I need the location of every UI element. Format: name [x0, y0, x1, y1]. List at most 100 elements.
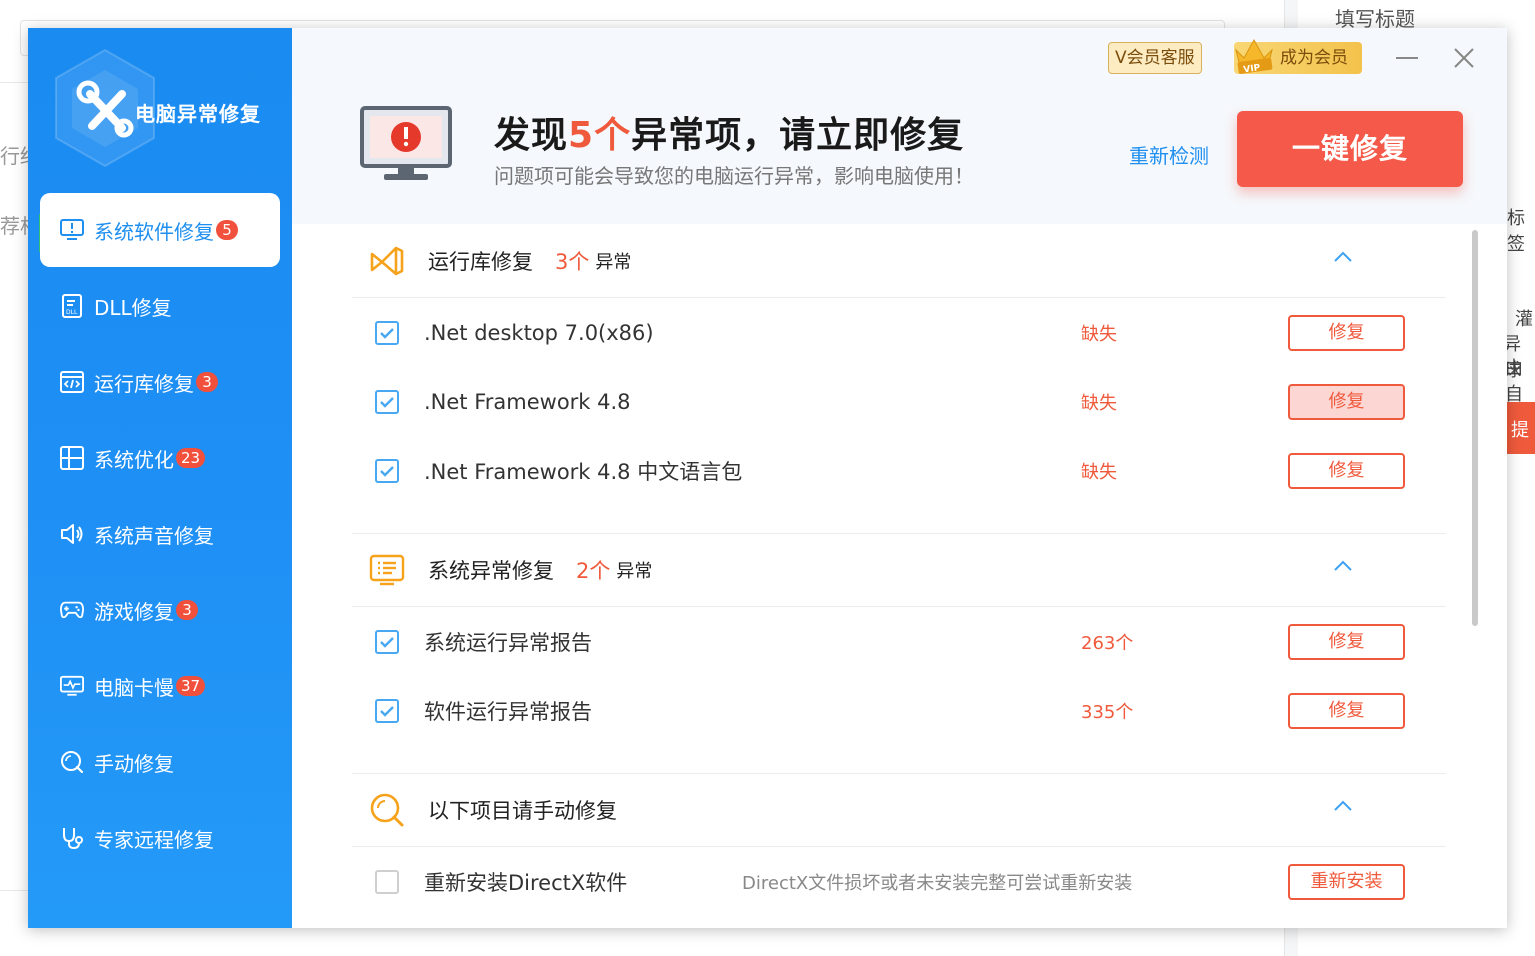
scrollbar[interactable] [1472, 230, 1478, 626]
background-fragment: 灌 [1515, 309, 1533, 330]
issue-row: .Net Framework 4.8 中文语言包 缺失 修复 [352, 436, 1446, 505]
sidebar-item-runtime[interactable]: 运行库修复 3 [40, 345, 280, 419]
issue-status: 335个 [1081, 701, 1134, 723]
report-list-icon [369, 554, 405, 585]
issue-name: .Net Framework 4.8 [424, 389, 631, 414]
sidebar-item-manual-repair[interactable]: 手动修复 [40, 725, 280, 799]
vip-service-button[interactable]: V会员客服 [1108, 42, 1202, 74]
checkbox-unchecked[interactable] [375, 869, 399, 894]
count-badge: 3 [176, 600, 198, 620]
svg-text:DLL: DLL [66, 309, 78, 316]
section-title: 系统异常修复 [428, 558, 554, 583]
search-icon [60, 750, 84, 774]
page-headline: 发现5个异常项，请立即修复 [494, 106, 964, 158]
headline-count: 5个 [568, 115, 632, 156]
reinstall-button[interactable]: 重新安装 [1288, 863, 1405, 900]
visual-studio-icon [370, 246, 404, 275]
issue-name: .Net Framework 4.8 中文语言包 [424, 459, 743, 484]
vip-crown-icon: VIP [1235, 38, 1273, 74]
repair-app-window: 电脑异常修复 系统软件修复 5 DLL DLL修复 运行库修复 3 系统优化 2… [28, 28, 1507, 928]
sidebar-item-system-software[interactable]: 系统软件修复 5 [40, 193, 280, 267]
section-unit: 异常 [616, 560, 653, 582]
section-header-runtime[interactable]: 运行库修复 3个 异常 [352, 224, 1446, 298]
app-logo-text: 电脑异常修复 [135, 102, 261, 126]
sidebar-item-expert-remote[interactable]: 专家远程修复 [40, 801, 280, 875]
section-header-manual[interactable]: 以下项目请手动修复 [352, 773, 1446, 847]
count-badge: 3 [196, 372, 218, 392]
gamepad-icon [60, 598, 84, 622]
checkbox-checked[interactable] [375, 458, 399, 483]
count-badge: 37 [176, 676, 206, 696]
chevron-up-icon[interactable] [1332, 559, 1354, 573]
checkmark-icon [380, 636, 394, 648]
issue-name: 重新安装DirectX软件 [424, 870, 628, 895]
issue-name: 系统运行异常报告 [424, 630, 592, 655]
checkmark-icon [380, 327, 394, 339]
sidebar-item-label: 游戏修复 [94, 599, 174, 624]
issue-status: 缺失 [1081, 392, 1117, 414]
sidebar-item-game[interactable]: 游戏修复 3 [40, 573, 280, 647]
section-title: 以下项目请手动修复 [428, 798, 617, 823]
issue-list: 运行库修复 3个 异常 .Net desktop 7.0(x86) 缺失 修复 … [292, 224, 1507, 928]
checkbox-checked[interactable] [375, 629, 399, 654]
page-subtitle: 问题项可能会导致您的电脑运行异常，影响电脑使用！ [494, 164, 974, 188]
sidebar-item-system-optimize[interactable]: 系统优化 23 [40, 421, 280, 495]
section-header-system-exception[interactable]: 系统异常修复 2个 异常 [352, 533, 1446, 607]
sidebar-item-label: 运行库修复 [94, 371, 194, 396]
repair-button[interactable]: 修复 [1288, 383, 1405, 420]
issue-status: 263个 [1081, 632, 1134, 654]
sidebar-item-label: 系统软件修复 [94, 219, 214, 244]
repair-button[interactable]: 修复 [1288, 692, 1405, 729]
sidebar-item-sound[interactable]: 系统声音修复 [40, 497, 280, 571]
chevron-up-icon[interactable] [1332, 799, 1354, 813]
background-fragment: 标签 [1507, 208, 1525, 255]
sidebar-item-label: DLL修复 [94, 295, 172, 320]
issue-name: .Net desktop 7.0(x86) [424, 320, 654, 345]
code-window-icon [60, 370, 84, 394]
issue-name: 软件运行异常报告 [424, 699, 592, 724]
sidebar-item-dll[interactable]: DLL DLL修复 [40, 269, 280, 343]
issue-row: .Net desktop 7.0(x86) 缺失 修复 [352, 298, 1446, 367]
count-badge: 5 [216, 220, 238, 240]
checkbox-checked[interactable] [375, 320, 399, 345]
repair-button[interactable]: 修复 [1288, 452, 1405, 489]
issue-row: .Net Framework 4.8 缺失 修复 [352, 367, 1446, 436]
section-title: 运行库修复 [428, 249, 533, 274]
checkmark-icon [380, 465, 394, 477]
close-icon[interactable] [1452, 46, 1476, 70]
speaker-icon [60, 522, 84, 546]
section-count: 2个 [576, 558, 611, 583]
section-unit: 异常 [595, 251, 632, 273]
sidebar-item-label: 电脑卡慢 [94, 675, 174, 700]
fix-all-button[interactable]: 一键修复 [1237, 111, 1463, 187]
minimize-icon[interactable] [1392, 46, 1422, 70]
checkmark-icon [380, 705, 394, 717]
alert-monitor-icon [360, 106, 452, 180]
performance-monitor-icon [60, 674, 84, 698]
section-count: 3个 [555, 249, 590, 274]
header: V会员客服 成为会员 VIP 发现5个异常项，请立即修复 问题项可能会导致您的电… [292, 28, 1507, 224]
issue-row: 系统运行异常报告 263个 修复 [352, 607, 1446, 676]
issue-row: 软件运行异常报告 335个 修复 [352, 676, 1446, 745]
sidebar-item-label: 系统优化 [94, 447, 174, 472]
checkbox-checked[interactable] [375, 389, 399, 414]
sidebar-item-pc-slow[interactable]: 电脑卡慢 37 [40, 649, 280, 723]
checkmark-icon [380, 396, 394, 408]
sidebar-item-label: 系统声音修复 [94, 523, 214, 548]
background-fragment: 由自 [1505, 358, 1523, 405]
count-badge: 23 [176, 448, 206, 468]
monitor-alert-icon [60, 218, 84, 242]
checkbox-checked[interactable] [375, 698, 399, 723]
magnifier-icon [370, 793, 404, 826]
headline-prefix: 发现 [494, 115, 569, 156]
sidebar-item-label: 专家远程修复 [94, 827, 214, 852]
chevron-up-icon[interactable] [1332, 250, 1354, 264]
issue-status: 缺失 [1081, 461, 1117, 483]
repair-button[interactable]: 修复 [1288, 314, 1405, 351]
repair-button[interactable]: 修复 [1288, 623, 1405, 660]
issue-description: DirectX文件损坏或者未安装完整可尝试重新安装 [742, 872, 1133, 894]
sidebar: 电脑异常修复 系统软件修复 5 DLL DLL修复 运行库修复 3 系统优化 2… [28, 28, 292, 928]
stethoscope-icon [60, 826, 84, 850]
windows-icon [60, 446, 84, 470]
recheck-link[interactable]: 重新检测 [1129, 140, 1209, 169]
